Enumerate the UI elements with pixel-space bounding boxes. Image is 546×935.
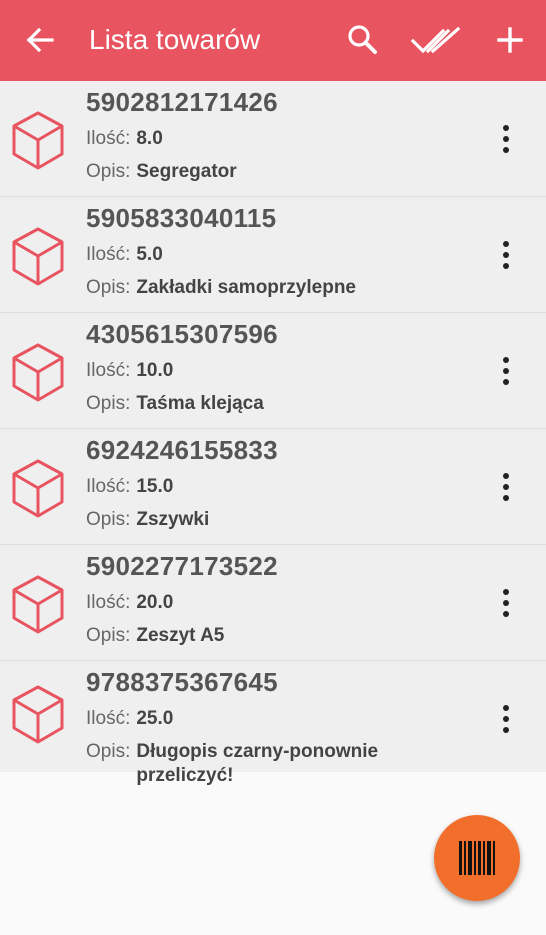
description-line: Opis: Taśma klejąca [86, 392, 426, 416]
list-item[interactable]: 5905833040115 Ilość: 5.0 Opis: Zakładki sa… [0, 197, 546, 313]
list-item[interactable]: 9788375367645 Ilość: 25.0 Opis: Długopis c… [0, 661, 546, 786]
description-label: Opis: [86, 509, 131, 530]
item-code: 5905833040115 [86, 203, 277, 233]
item-code: 5902812171426 [86, 87, 278, 117]
description-value: Długopis czarny-ponownie przeliczyć! [136, 741, 379, 786]
quantity-value: 15.0 [136, 476, 174, 497]
quantity-label: Ilość: [86, 244, 131, 265]
more-vert-icon[interactable] [494, 701, 518, 737]
item-code: 5902277173522 [86, 551, 278, 581]
double-check-icon[interactable] [410, 21, 462, 59]
list-item[interactable]: 6924246155833 Ilość: 15.0 Opis: Zszywki [0, 429, 546, 545]
description-line: Opis: Zszywki [86, 508, 426, 532]
description-label: Opis: [86, 625, 131, 646]
description-value: Zszywki [136, 509, 210, 530]
more-vert-icon[interactable] [494, 585, 518, 621]
quantity-value: 20.0 [136, 592, 174, 613]
plus-icon[interactable] [490, 20, 530, 60]
quantity-value: 10.0 [136, 360, 174, 381]
description-label: Opis: [86, 277, 131, 298]
description-value: Zeszyt A5 [136, 625, 225, 646]
quantity-line: Ilość: 8.0 [86, 127, 163, 151]
quantity-line: Ilość: 10.0 [86, 359, 173, 383]
description-line: Opis: Zakładki samoprzylepne [86, 276, 426, 300]
more-vert-icon[interactable] [494, 469, 518, 505]
item-code: 9788375367645 [86, 667, 278, 697]
quantity-line: Ilość: 15.0 [86, 475, 173, 499]
description-label: Opis: [86, 393, 131, 414]
quantity-label: Ilość: [86, 128, 131, 149]
quantity-value: 5.0 [136, 244, 163, 265]
box-icon [12, 575, 64, 634]
list-item[interactable]: 4305615307596 Ilość: 10.0 Opis: Taśma klej… [0, 313, 546, 429]
box-icon [12, 343, 64, 402]
quantity-line: Ilość: 5.0 [86, 243, 163, 267]
item-code: 6924246155833 [86, 435, 278, 465]
barcode-icon [459, 841, 495, 875]
description-value: Taśma klejąca [136, 393, 264, 414]
quantity-label: Ilość: [86, 708, 131, 729]
list-item[interactable]: 5902277173522 Ilość: 20.0 Opis: Zeszyt A5 [0, 545, 546, 661]
more-vert-icon[interactable] [494, 353, 518, 389]
quantity-value: 8.0 [136, 128, 163, 149]
description-label: Opis: [86, 741, 131, 762]
description-line: Opis: Długopis czarny-ponownie przeliczyć… [86, 740, 426, 788]
list-item[interactable]: 5902812171426 Ilość: 8.0 Opis: Segregator [0, 81, 546, 197]
quantity-label: Ilość: [86, 360, 131, 381]
more-vert-icon[interactable] [494, 237, 518, 273]
product-list: 5902812171426 Ilość: 8.0 Opis: Segregator … [0, 81, 546, 786]
description-value: Zakładki samoprzylepne [136, 277, 357, 298]
quantity-label: Ilość: [86, 476, 131, 497]
quantity-line: Ilość: 20.0 [86, 591, 173, 615]
more-vert-icon[interactable] [494, 121, 518, 157]
description-line: Opis: Segregator [86, 160, 426, 184]
quantity-line: Ilość: 25.0 [86, 707, 173, 731]
app-bar: Lista towarów [0, 0, 546, 81]
description-line: Opis: Zeszyt A5 [86, 624, 426, 648]
back-arrow-icon[interactable] [22, 22, 58, 58]
scan-barcode-button[interactable] [434, 815, 520, 901]
box-icon [12, 227, 64, 286]
search-icon[interactable] [344, 21, 382, 59]
page-title: Lista towarów [89, 24, 261, 55]
quantity-value: 25.0 [136, 708, 174, 729]
box-icon [12, 685, 64, 744]
description-value: Segregator [136, 161, 237, 182]
box-icon [12, 459, 64, 518]
item-code: 4305615307596 [86, 319, 278, 349]
quantity-label: Ilość: [86, 592, 131, 613]
box-icon [12, 111, 64, 170]
description-label: Opis: [86, 161, 131, 182]
